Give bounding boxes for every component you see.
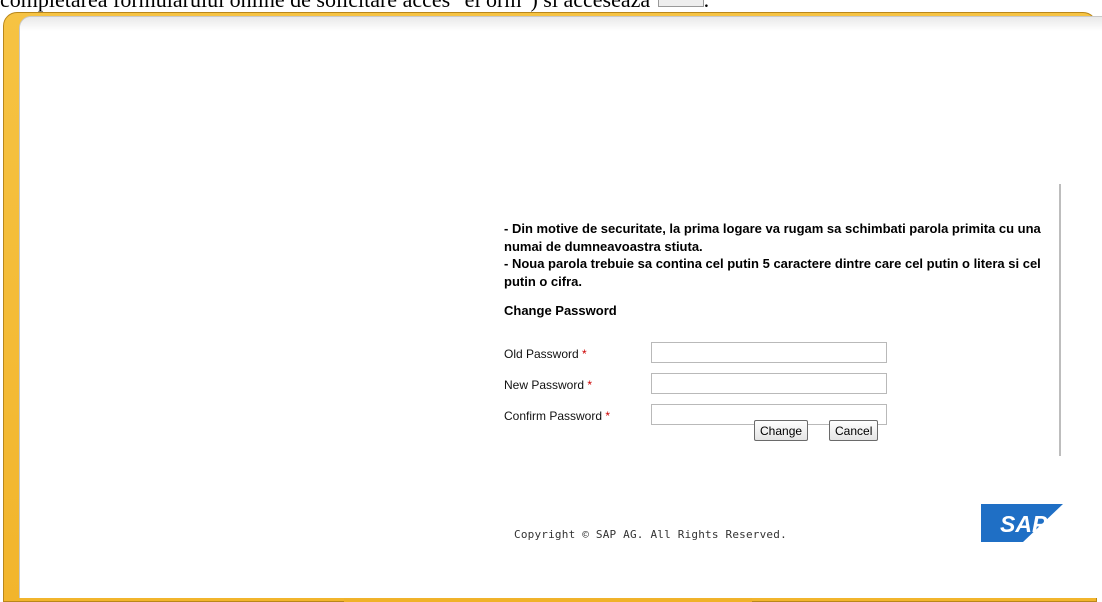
required-marker: *	[587, 378, 593, 392]
old-password-label-text: Old Password	[504, 347, 579, 361]
document-text: completarea formularului online de solic…	[0, 0, 650, 12]
security-info: - Din motive de securitate, la prima log…	[504, 220, 1064, 290]
copyright-text: Copyright © SAP AG. All Rights Reserved.	[514, 528, 787, 541]
required-marker: *	[582, 347, 587, 361]
new-password-field[interactable]	[651, 373, 887, 394]
inline-button-image	[657, 0, 704, 7]
form-title: Change Password	[504, 303, 617, 318]
sap-logo: SAP	[981, 504, 1063, 542]
sap-logo-text: SAP	[1000, 511, 1048, 537]
panel-top-shade	[20, 17, 1102, 31]
old-password-field[interactable]	[651, 342, 887, 363]
cancel-button[interactable]: Cancel	[829, 420, 879, 441]
change-button[interactable]: Change	[754, 420, 809, 441]
info-line-1: - Din motive de securitate, la prima log…	[504, 221, 1041, 254]
new-password-label: New Password *	[504, 378, 592, 392]
required-marker: *	[605, 409, 611, 423]
new-password-label-text: New Password	[504, 378, 585, 392]
old-password-label: Old Password *	[504, 347, 587, 361]
info-line-2: - Noua parola trebuie sa contina cel put…	[504, 256, 1041, 289]
confirm-password-label-text: Confirm Password	[504, 409, 603, 423]
confirm-password-label: Confirm Password *	[504, 409, 610, 423]
